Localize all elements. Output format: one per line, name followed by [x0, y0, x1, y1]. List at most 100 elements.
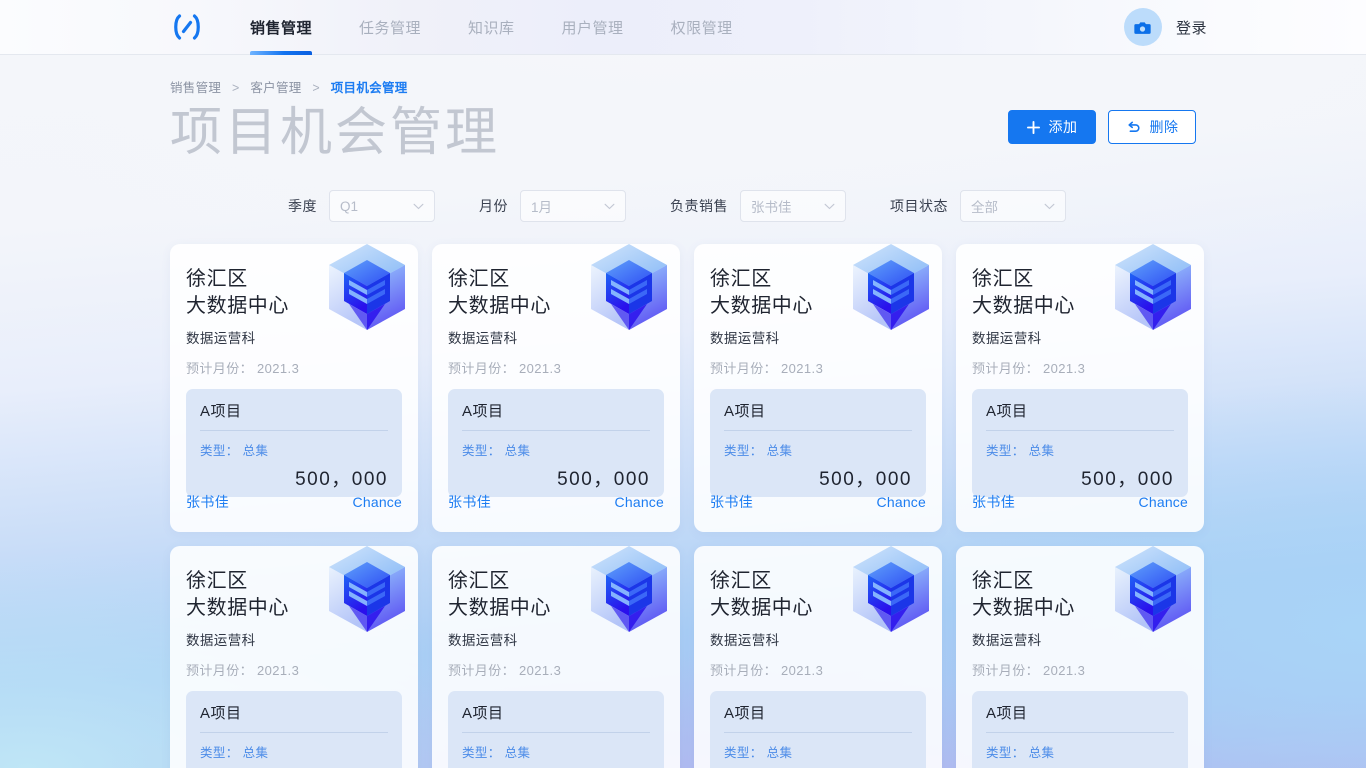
nav-tab-permissions[interactable]: 权限管理 — [671, 0, 733, 55]
card-project-panel: A项目 类型： 总集 500，000 — [710, 691, 926, 768]
card-expected-month: 预计月份： 2021.3 — [448, 660, 664, 679]
card-owner[interactable]: 张书佳 — [972, 492, 1015, 512]
opportunity-card-2[interactable]: 徐汇区 大数据中心 数据运营科 预计月份： 2021.3 A项目 类型： 总集 … — [432, 244, 680, 532]
breadcrumb-item-customer[interactable]: 客户管理 — [250, 81, 301, 95]
breadcrumb-item-current[interactable]: 项目机会管理 — [331, 81, 408, 95]
nav-tab-list: 销售管理 任务管理 知识库 用户管理 权限管理 — [250, 0, 780, 55]
delete-button[interactable]: 删除 — [1108, 110, 1196, 144]
card-project-name: A项目 — [986, 403, 1028, 420]
opportunity-card-8[interactable]: 徐汇区 大数据中心 数据运营科 预计月份： 2021.3 A项目 类型： 总集 … — [956, 546, 1204, 768]
card-stage[interactable]: Chance — [1139, 494, 1188, 510]
card-amount: 500，000 — [1081, 469, 1174, 490]
card-expected-month-label: 预计月份： — [448, 361, 516, 376]
login-label[interactable]: 登录 — [1176, 17, 1207, 38]
breadcrumb-item-sales[interactable]: 销售管理 — [170, 81, 221, 95]
breadcrumb-separator: > — [231, 81, 240, 95]
add-button-label: 添加 — [1048, 119, 1078, 135]
nav-user-area: 登录 — [1123, 8, 1207, 46]
page-content: 销售管理 > 客户管理 > 项目机会管理 项目机会管理 添加 删除 季度 Q1 … — [0, 55, 1366, 768]
card-expected-month-value: 2021.3 — [1043, 361, 1086, 376]
plus-icon — [1026, 120, 1040, 134]
card-project-panel: A项目 类型： 总集 500，000 — [710, 389, 926, 497]
card-amount: 500，000 — [819, 469, 912, 490]
filter-quarter-label: 季度 — [288, 198, 317, 214]
code-brackets-logo-icon — [174, 14, 200, 40]
code-brackets-logo[interactable] — [170, 12, 206, 42]
month-select[interactable]: 1月 — [520, 190, 626, 222]
chevron-down-icon — [604, 203, 615, 209]
nav-tab-label: 知识库 — [468, 19, 515, 37]
project-status-select-value: 全部 — [971, 200, 998, 215]
opportunity-card-6[interactable]: 徐汇区 大数据中心 数据运营科 预计月份： 2021.3 A项目 类型： 总集 … — [432, 546, 680, 768]
card-footer: 张书佳 Chance — [448, 492, 664, 512]
card-project-panel: A项目 类型： 总集 500，000 — [186, 389, 402, 497]
filter-project-status-label: 项目状态 — [890, 198, 948, 214]
camera-icon — [1134, 21, 1152, 34]
card-project-type-label: 类型： — [986, 444, 1025, 458]
nav-tab-knowledge[interactable]: 知识库 — [468, 0, 515, 55]
card-project-type: 类型： 总集 — [200, 742, 388, 761]
server-cube-icon — [329, 244, 405, 330]
card-footer: 张书佳 Chance — [972, 492, 1188, 512]
card-project-type-label: 类型： — [724, 746, 763, 760]
nav-tab-tasks[interactable]: 任务管理 — [359, 0, 421, 55]
divider — [462, 732, 650, 733]
card-expected-month-label: 预计月份： — [710, 663, 778, 678]
card-expected-month-value: 2021.3 — [781, 663, 824, 678]
card-footer: 张书佳 Chance — [186, 492, 402, 512]
nav-tab-label: 权限管理 — [670, 19, 733, 37]
card-project-type-value: 总集 — [242, 746, 269, 760]
card-stage[interactable]: Chance — [615, 494, 664, 510]
card-owner[interactable]: 张书佳 — [448, 492, 491, 512]
card-owner[interactable]: 张书佳 — [710, 492, 753, 512]
card-project-type-value: 总集 — [242, 444, 269, 458]
chevron-down-icon — [824, 203, 835, 209]
card-project-name: A项目 — [724, 705, 766, 722]
card-project-type-value: 总集 — [1028, 746, 1055, 760]
page-header: 项目机会管理 添加 删除 — [170, 102, 1196, 164]
card-stage[interactable]: Chance — [353, 494, 402, 510]
opportunity-card-1[interactable]: 徐汇区 大数据中心 数据运营科 预计月份： 2021.3 A项目 类型： 总集 … — [170, 244, 418, 532]
server-cube-icon — [591, 546, 667, 632]
card-project-type: 类型： 总集 — [986, 742, 1174, 761]
card-expected-month: 预计月份： 2021.3 — [710, 660, 926, 679]
card-owner[interactable]: 张书佳 — [186, 492, 229, 512]
server-cube-icon — [853, 546, 929, 632]
quarter-select[interactable]: Q1 — [329, 190, 435, 222]
sales-owner-select[interactable]: 张书佳 — [740, 190, 846, 222]
card-project-type-label: 类型： — [200, 444, 239, 458]
card-project-type: 类型： 总集 — [724, 440, 912, 459]
opportunity-card-7[interactable]: 徐汇区 大数据中心 数据运营科 预计月份： 2021.3 A项目 类型： 总集 … — [694, 546, 942, 768]
nav-tab-users[interactable]: 用户管理 — [562, 0, 624, 55]
breadcrumb: 销售管理 > 客户管理 > 项目机会管理 — [170, 77, 1366, 96]
filter-bar: 季度 Q1 月份 1月 负责销售 张书佳 项目状态 全部 — [0, 190, 1366, 222]
card-project-type-value: 总集 — [504, 444, 531, 458]
card-project-type: 类型： 总集 — [986, 440, 1174, 459]
card-project-name: A项目 — [724, 403, 766, 420]
card-expected-month-value: 2021.3 — [257, 663, 300, 678]
add-button[interactable]: 添加 — [1008, 110, 1096, 144]
divider — [986, 732, 1174, 733]
sales-owner-select-value: 张书佳 — [751, 200, 792, 215]
opportunity-card-4[interactable]: 徐汇区 大数据中心 数据运营科 预计月份： 2021.3 A项目 类型： 总集 … — [956, 244, 1204, 532]
card-expected-month-label: 预计月份： — [448, 663, 516, 678]
nav-tab-sales[interactable]: 销售管理 — [250, 0, 313, 55]
divider — [462, 430, 650, 431]
card-project-type-label: 类型： — [200, 746, 239, 760]
card-project-panel: A项目 类型： 总集 500，000 — [972, 389, 1188, 497]
card-stage[interactable]: Chance — [877, 494, 926, 510]
opportunity-card-3[interactable]: 徐汇区 大数据中心 数据运营科 预计月份： 2021.3 A项目 类型： 总集 … — [694, 244, 942, 532]
card-project-type-label: 类型： — [462, 444, 501, 458]
card-expected-month: 预计月份： 2021.3 — [186, 358, 402, 377]
card-project-name: A项目 — [200, 403, 242, 420]
opportunity-card-5[interactable]: 徐汇区 大数据中心 数据运营科 预计月份： 2021.3 A项目 类型： 总集 … — [170, 546, 418, 768]
card-expected-month-label: 预计月份： — [186, 361, 254, 376]
card-footer: 张书佳 Chance — [710, 492, 926, 512]
card-project-name: A项目 — [462, 705, 504, 722]
project-status-select[interactable]: 全部 — [960, 190, 1066, 222]
card-expected-month: 预计月份： 2021.3 — [448, 358, 664, 377]
opportunity-card-grid: 徐汇区 大数据中心 数据运营科 预计月份： 2021.3 A项目 类型： 总集 … — [170, 244, 1204, 768]
card-expected-month: 预计月份： 2021.3 — [972, 660, 1188, 679]
card-project-type-value: 总集 — [766, 444, 793, 458]
avatar[interactable] — [1123, 8, 1162, 46]
